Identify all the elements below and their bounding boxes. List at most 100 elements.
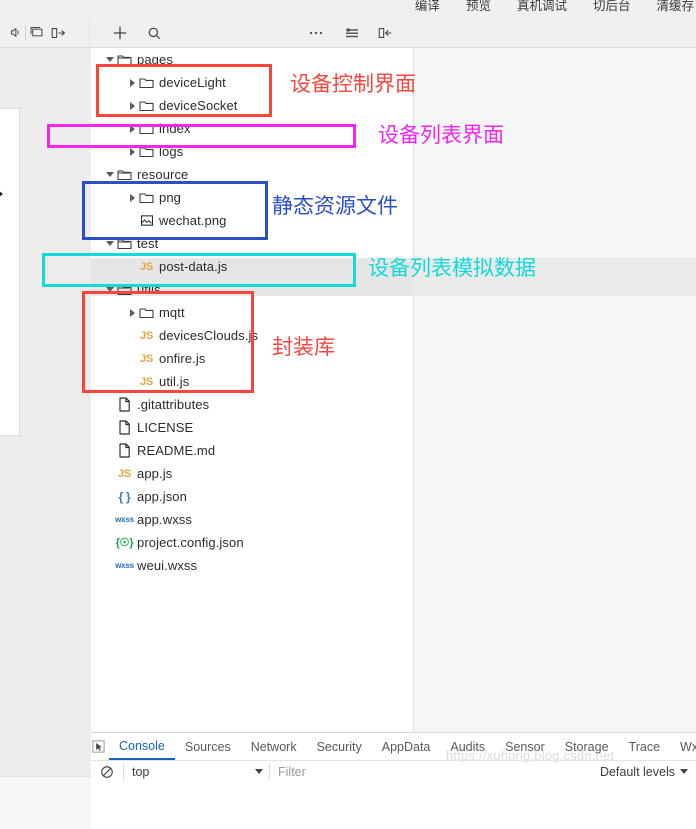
console-filter-input[interactable]: Filter bbox=[270, 761, 600, 782]
file-type-icon: JS bbox=[117, 467, 132, 480]
file-type-icon bbox=[116, 393, 133, 416]
file-tree[interactable]: pages deviceLight deviceSocket index logs res… bbox=[91, 48, 413, 577]
file-type-icon: { } bbox=[118, 489, 131, 504]
file-name-label: post-data.js bbox=[159, 259, 228, 274]
file-tree-row[interactable]: wxss weui.wxss bbox=[91, 554, 413, 577]
app-menu-bar: 编译 预览 真机调试 切后台 清缓存 bbox=[0, 0, 696, 18]
file-tree-row[interactable]: LICENSE bbox=[91, 416, 413, 439]
file-name-label: project.config.json bbox=[137, 535, 244, 550]
file-tree-row[interactable]: JS app.js bbox=[91, 462, 413, 485]
file-tree-row[interactable]: index bbox=[91, 117, 413, 140]
file-tree-row[interactable]: JS devicesClouds.js bbox=[91, 324, 413, 347]
editor-empty-area bbox=[413, 48, 696, 732]
watermark-text: https://xuhong.blog.csdn.net bbox=[446, 748, 615, 763]
chevron-right-icon[interactable] bbox=[126, 71, 138, 94]
menu-item-background[interactable]: 切后台 bbox=[593, 0, 631, 15]
file-tree-row[interactable]: resource bbox=[91, 163, 413, 186]
plus-icon[interactable] bbox=[110, 23, 130, 43]
console-context-select[interactable]: top bbox=[124, 761, 269, 782]
clear-console-icon[interactable] bbox=[91, 761, 123, 782]
simulator-gutter bbox=[0, 48, 91, 829]
tab-security[interactable]: Security bbox=[307, 733, 372, 760]
annotation-label-device-control: 设备控制界面 bbox=[290, 72, 416, 96]
file-type-icon bbox=[138, 140, 155, 163]
chevron-right-icon[interactable] bbox=[126, 140, 138, 163]
tab-network[interactable]: Network bbox=[241, 733, 307, 760]
file-tree-row[interactable]: deviceSocket bbox=[91, 94, 413, 117]
toolbar-file-actions bbox=[91, 18, 696, 47]
file-type-icon: {☉} bbox=[115, 537, 134, 549]
chevron-right-icon[interactable] bbox=[126, 301, 138, 324]
file-name-label: onfire.js bbox=[159, 351, 206, 366]
chevron-down-icon[interactable] bbox=[104, 163, 116, 186]
device-window-icon[interactable] bbox=[29, 26, 44, 39]
tab-sources[interactable]: Sources bbox=[175, 733, 241, 760]
chevron-right-icon[interactable] bbox=[126, 186, 138, 209]
file-type-icon bbox=[138, 117, 155, 140]
menu-item-clear-cache[interactable]: 清缓存 bbox=[656, 0, 694, 15]
file-name-label: app.wxss bbox=[137, 512, 192, 527]
chevron-down-icon bbox=[255, 769, 263, 774]
console-filter-bar: top Filter Default levels bbox=[91, 761, 696, 782]
chevron-down-icon[interactable] bbox=[104, 278, 116, 301]
file-name-label: mqtt bbox=[159, 305, 185, 320]
editor-toolbar bbox=[0, 18, 696, 48]
annotation-label-library: 封装库 bbox=[272, 335, 335, 359]
file-name-label: pages bbox=[137, 52, 173, 67]
panel-collapse-left-icon[interactable] bbox=[375, 23, 395, 43]
file-tree-row[interactable]: .gitattributes bbox=[91, 393, 413, 416]
tab-console[interactable]: Console bbox=[109, 733, 175, 760]
file-name-label: app.json bbox=[137, 489, 187, 504]
file-type-icon bbox=[138, 209, 155, 232]
file-tree-row[interactable]: wxss app.wxss bbox=[91, 508, 413, 531]
file-name-label: deviceSocket bbox=[159, 98, 238, 113]
search-icon[interactable] bbox=[144, 23, 164, 43]
file-type-icon: JS bbox=[139, 329, 154, 342]
file-type-icon: JS bbox=[139, 375, 154, 388]
file-tree-row[interactable]: utils bbox=[91, 278, 413, 301]
file-tree-row[interactable]: mqtt bbox=[91, 301, 413, 324]
tab-wxml[interactable]: Wxml bbox=[670, 733, 696, 760]
tab-trace[interactable]: Trace bbox=[619, 733, 671, 760]
file-name-label: README.md bbox=[137, 443, 216, 458]
chevron-down-icon bbox=[680, 769, 688, 774]
menu-item-remote-debug[interactable]: 真机调试 bbox=[517, 0, 567, 15]
file-tree-row[interactable]: {☉} project.config.json bbox=[91, 531, 413, 554]
panel-expand-right-icon[interactable] bbox=[50, 26, 66, 40]
console-levels-label: Default levels bbox=[599, 764, 675, 779]
file-tree-row[interactable]: pages bbox=[91, 48, 413, 71]
file-name-label: index bbox=[159, 121, 191, 136]
file-type-icon: wxss bbox=[115, 561, 134, 570]
tab-appdata[interactable]: AppData bbox=[372, 733, 441, 760]
file-name-label: png bbox=[159, 190, 181, 205]
chevron-right-icon[interactable] bbox=[126, 94, 138, 117]
file-name-label: app.js bbox=[137, 466, 173, 481]
file-name-label: devicesClouds.js bbox=[159, 328, 259, 343]
file-tree-row[interactable]: README.md bbox=[91, 439, 413, 462]
sort-list-icon[interactable] bbox=[342, 23, 362, 43]
file-name-label: utils bbox=[137, 282, 161, 297]
chevron-right-icon[interactable] bbox=[126, 117, 138, 140]
file-tree-row[interactable]: JS util.js bbox=[91, 370, 413, 393]
file-type-icon: wxss bbox=[115, 515, 134, 524]
simulator-panel[interactable] bbox=[0, 108, 20, 436]
file-type-icon: JS bbox=[139, 260, 154, 273]
file-tree-row[interactable]: JS onfire.js bbox=[91, 347, 413, 370]
file-tree-row[interactable]: { } app.json bbox=[91, 485, 413, 508]
inspect-element-icon[interactable] bbox=[91, 733, 106, 760]
chevron-down-icon[interactable] bbox=[104, 48, 116, 71]
console-levels-select[interactable]: Default levels bbox=[600, 761, 696, 782]
menu-item-preview[interactable]: 预览 bbox=[466, 0, 491, 15]
speaker-icon[interactable] bbox=[9, 26, 22, 39]
annotation-label-mock-data: 设备列表模拟数据 bbox=[368, 256, 536, 280]
more-horizontal-icon[interactable] bbox=[306, 23, 326, 43]
file-tree-row[interactable]: logs bbox=[91, 140, 413, 163]
file-type-icon bbox=[116, 232, 133, 255]
file-name-label: weui.wxss bbox=[137, 558, 198, 573]
menu-item-compile[interactable]: 编译 bbox=[415, 0, 440, 15]
file-type-icon bbox=[138, 186, 155, 209]
file-type-icon: JS bbox=[139, 352, 154, 365]
chevron-down-icon[interactable] bbox=[104, 232, 116, 255]
file-tree-row[interactable]: test bbox=[91, 232, 413, 255]
file-tree-row[interactable]: JS post-data.js bbox=[91, 255, 413, 278]
